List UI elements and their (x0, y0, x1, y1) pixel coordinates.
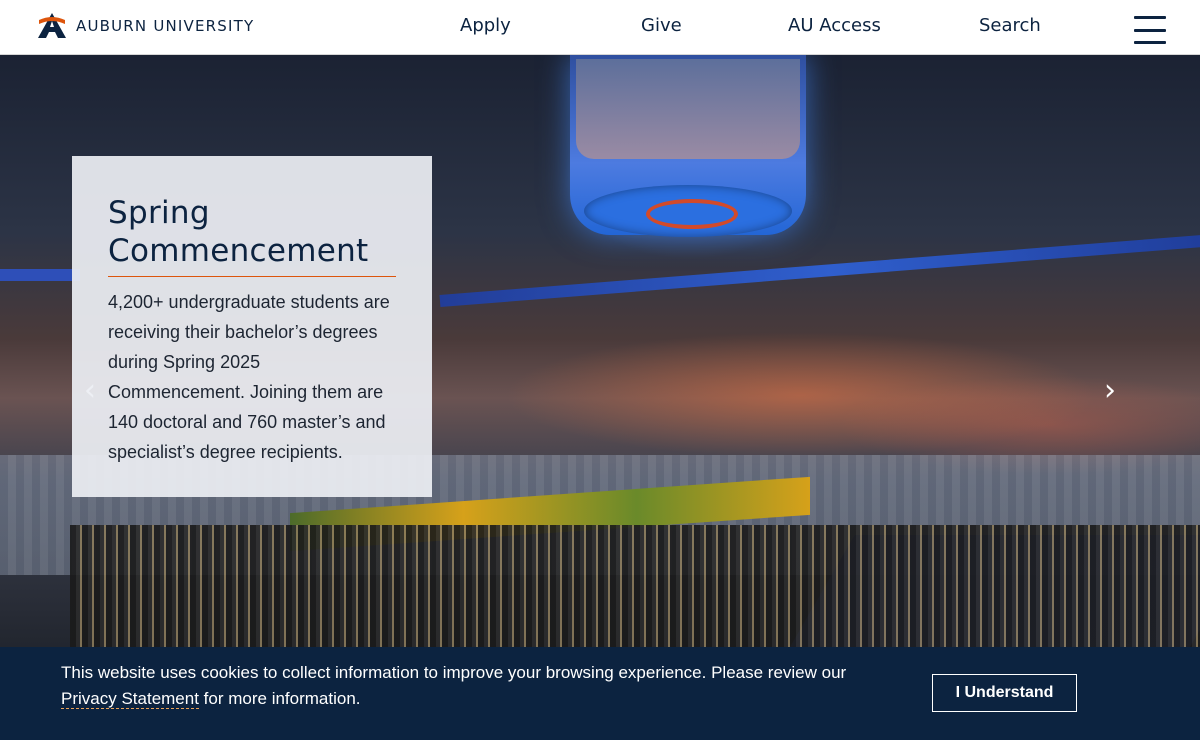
hero-caption-card: Spring Commencement 4,200+ undergraduate… (72, 156, 432, 497)
site-header: AUBURN UNIVERSITY Apply Give AU Access S… (0, 0, 1200, 55)
hero-led-ribbon (439, 233, 1200, 307)
cookie-banner: This website uses cookies to collect inf… (0, 647, 1200, 740)
menu-line (1134, 41, 1166, 44)
i-understand-button[interactable]: I Understand (932, 674, 1077, 712)
hero-description: 4,200+ undergraduate students are receiv… (108, 292, 390, 462)
chevron-right-icon[interactable]: › (1100, 373, 1120, 409)
jumbotron-screen (576, 59, 800, 159)
hero-led-ribbon-left (0, 269, 80, 281)
nav-au-access-link[interactable]: AU Access (788, 15, 881, 36)
menu-line (1134, 16, 1166, 19)
cookie-text-after: for more information. (198, 689, 361, 708)
cookie-message: This website uses cookies to collect inf… (61, 660, 881, 712)
jumbotron-ring (584, 185, 792, 237)
hamburger-menu-icon[interactable] (1134, 16, 1166, 44)
hero-graduates-crowd (70, 525, 1200, 647)
hero-jumbotron-image (570, 55, 806, 237)
nav-give-link[interactable]: Give (641, 15, 682, 36)
logo-text: AUBURN UNIVERSITY (76, 17, 255, 35)
menu-line (1134, 28, 1166, 32)
nav-apply-link[interactable]: Apply (460, 15, 511, 36)
site-logo[interactable]: AUBURN UNIVERSITY (36, 12, 254, 40)
title-divider (108, 276, 396, 277)
cookie-text-before: This website uses cookies to collect inf… (61, 663, 847, 682)
au-logo-icon (38, 13, 66, 38)
hero-title: Spring Commencement (108, 195, 369, 269)
privacy-statement-link[interactable]: Privacy Statement (61, 689, 199, 709)
nav-search-link[interactable]: Search (979, 15, 1041, 36)
